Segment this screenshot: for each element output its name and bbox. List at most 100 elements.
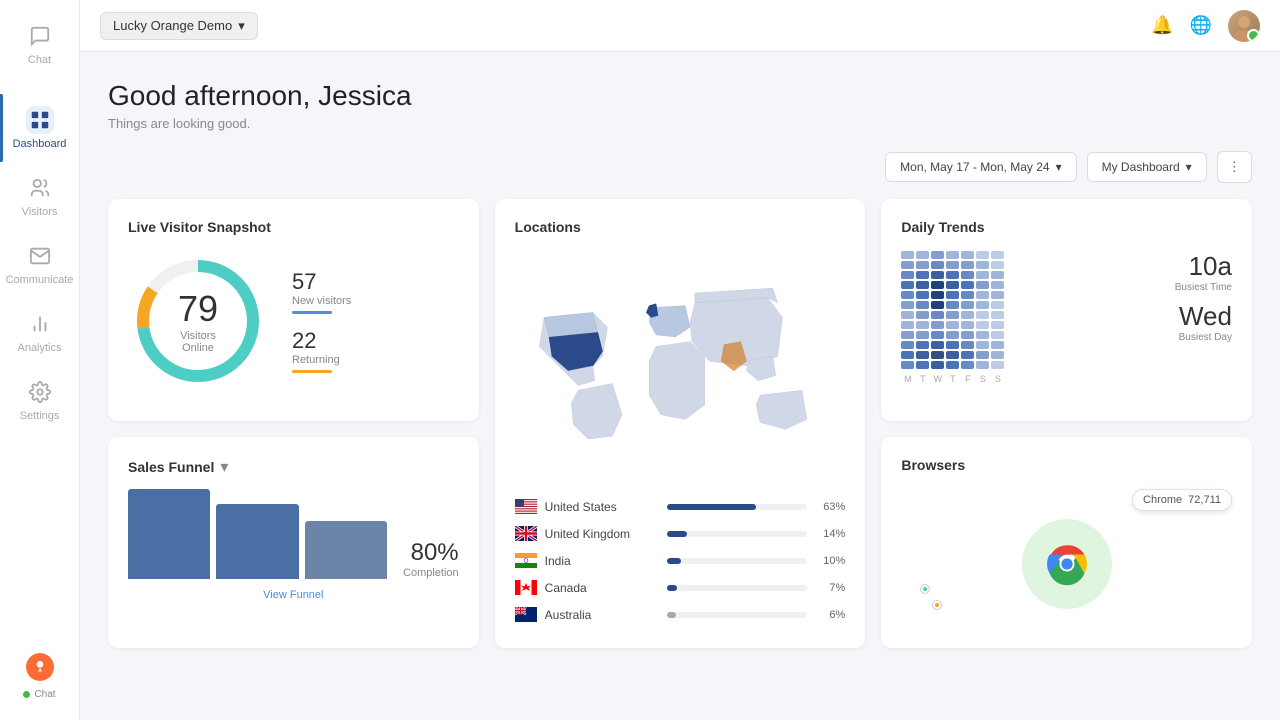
notification-icon[interactable]: 🔔 [1151, 15, 1173, 36]
dashboard-grid: Live Visitor Snapshot 79 [108, 199, 1252, 648]
view-funnel-link[interactable]: View Funnel [128, 589, 459, 601]
busiest-day-label: Busiest Day [1152, 332, 1232, 343]
flag-canada [515, 580, 537, 595]
dashboard-filter[interactable]: My Dashboard ▾ [1087, 152, 1207, 182]
returning-bar [292, 370, 332, 373]
chrome-tooltip: Chrome 72,711 [1132, 489, 1232, 511]
globe-icon[interactable]: 🌐 [1190, 15, 1212, 36]
australia-pct: 6% [815, 609, 845, 621]
busiest-day: Wed [1152, 301, 1232, 332]
trends-title: Daily Trends [901, 219, 1232, 235]
canada-bar-container [667, 585, 807, 591]
topbar-right: 🔔 🌐 [1151, 10, 1260, 42]
country-canada: Canada [545, 581, 660, 595]
browser-dots [921, 585, 941, 609]
location-item-india: India 10% [515, 547, 846, 574]
trends-card: Daily Trends MTWTFSS 10a Busiest Time We… [881, 199, 1252, 421]
country-india: India [545, 554, 660, 568]
funnel-title: Sales Funnel [128, 459, 214, 475]
chrome-count: 72,711 [1188, 494, 1221, 506]
date-range-chevron: ▾ [1056, 160, 1062, 174]
sidebar-item-settings-label: Settings [20, 410, 60, 422]
browsers-content: Chrome 72,711 [901, 489, 1232, 619]
busiest-time-label: Busiest Time [1152, 282, 1232, 293]
sidebar-item-visitors-label: Visitors [22, 206, 58, 218]
sidebar-item-dashboard[interactable]: Dashboard [0, 94, 79, 162]
donut-center: 79 Visitors Online [163, 288, 233, 354]
chat-icon [26, 22, 54, 50]
sidebar-item-chat-label: Chat [28, 54, 51, 66]
user-avatar[interactable] [1228, 10, 1260, 42]
location-item-canada: Canada 7% [515, 574, 846, 601]
greeting-subtitle: Things are looking good. [108, 116, 1252, 131]
snapshot-content: 79 Visitors Online 57 New visitors 22 Re… [128, 251, 459, 391]
greeting-section: Good afternoon, Jessica Things are looki… [108, 80, 1252, 131]
india-pct: 10% [815, 555, 845, 567]
funnel-content: 80% Completion [128, 489, 459, 579]
sidebar-item-visitors[interactable]: Visitors [0, 162, 79, 230]
snapshot-stats: 57 New visitors 22 Returning [292, 269, 351, 373]
sidebar-item-analytics[interactable]: Analytics [0, 298, 79, 366]
settings-icon [26, 378, 54, 406]
country-uk: United Kingdom [545, 527, 660, 541]
locations-card: Locations [495, 199, 866, 648]
browser-dot-2 [933, 601, 941, 609]
canada-pct: 7% [815, 582, 845, 594]
content-area: Good afternoon, Jessica Things are looki… [80, 52, 1280, 720]
us-bar [667, 504, 755, 510]
greeting-title: Good afternoon, Jessica [108, 80, 1252, 112]
world-map [515, 251, 846, 481]
donut-chart: 79 Visitors Online [128, 251, 268, 391]
country-australia: Australia [545, 608, 660, 622]
date-range-filter[interactable]: Mon, May 17 - Mon, May 24 ▾ [885, 152, 1076, 182]
sidebar-item-communicate[interactable]: Communicate [0, 230, 79, 298]
funnel-chevron[interactable]: ▾ [220, 457, 228, 477]
country-us: United States [545, 500, 660, 514]
india-bar-container [667, 558, 807, 564]
snapshot-card: Live Visitor Snapshot 79 [108, 199, 479, 421]
more-options-button[interactable]: ⋮ [1217, 151, 1252, 183]
topbar: Lucky Orange Demo ▾ 🔔 🌐 [80, 0, 1280, 52]
topbar-left: Lucky Orange Demo ▾ [100, 12, 258, 40]
filter-row: Mon, May 17 - Mon, May 24 ▾ My Dashboard… [108, 151, 1252, 183]
snapshot-title: Live Visitor Snapshot [128, 219, 459, 235]
location-item-us: United States 63% [515, 493, 846, 520]
us-bar-container [667, 504, 807, 510]
completion-stat: 80% Completion [403, 539, 459, 579]
sidebar-item-chat[interactable]: Chat [0, 10, 79, 78]
chrome-icon [1037, 534, 1097, 594]
sidebar-item-analytics-label: Analytics [17, 342, 61, 354]
sidebar: Chat Dashboard Visitors Communicate Anal… [0, 0, 80, 720]
trends-stats: 10a Busiest Time Wed Busiest Day [1152, 251, 1232, 384]
dashboard-filter-chevron: ▾ [1186, 160, 1192, 174]
chrome-circle [1022, 519, 1112, 609]
trends-content: MTWTFSS 10a Busiest Time Wed Busiest Day [901, 251, 1232, 384]
new-visitors-label: New visitors [292, 295, 351, 307]
uk-bar [667, 531, 687, 537]
returning-visitors-stat: 22 Returning [292, 328, 351, 373]
site-selector[interactable]: Lucky Orange Demo ▾ [100, 12, 258, 40]
sidebar-item-settings[interactable]: Settings [0, 366, 79, 434]
location-list: United States 63% [515, 493, 846, 628]
browsers-card: Browsers Chrome 72,711 [881, 437, 1252, 649]
flag-uk [515, 526, 537, 541]
funnel-bar-3 [305, 521, 387, 579]
bottom-chat-icon [26, 653, 54, 681]
flag-australia [515, 607, 537, 622]
heatmap-day-labels: MTWTFSS [901, 374, 1142, 384]
dashboard-filter-label: My Dashboard [1102, 160, 1180, 174]
locations-title: Locations [515, 219, 846, 235]
site-selector-chevron: ▾ [238, 18, 245, 34]
location-item-australia: Australia 6% [515, 601, 846, 628]
site-name: Lucky Orange Demo [113, 18, 232, 33]
flag-us [515, 499, 537, 514]
australia-bar-container [667, 612, 807, 618]
funnel-header: Sales Funnel ▾ [128, 457, 459, 477]
sidebar-item-communicate-label: Communicate [6, 274, 74, 286]
browser-dot-1 [921, 585, 929, 593]
funnel-card: Sales Funnel ▾ 80% Completion View Funne… [108, 437, 479, 649]
funnel-bar-1 [128, 489, 210, 579]
new-visitors-stat: 57 New visitors [292, 269, 351, 314]
india-bar [667, 558, 681, 564]
main-content: Lucky Orange Demo ▾ 🔔 🌐 Good afternoon, … [80, 0, 1280, 720]
